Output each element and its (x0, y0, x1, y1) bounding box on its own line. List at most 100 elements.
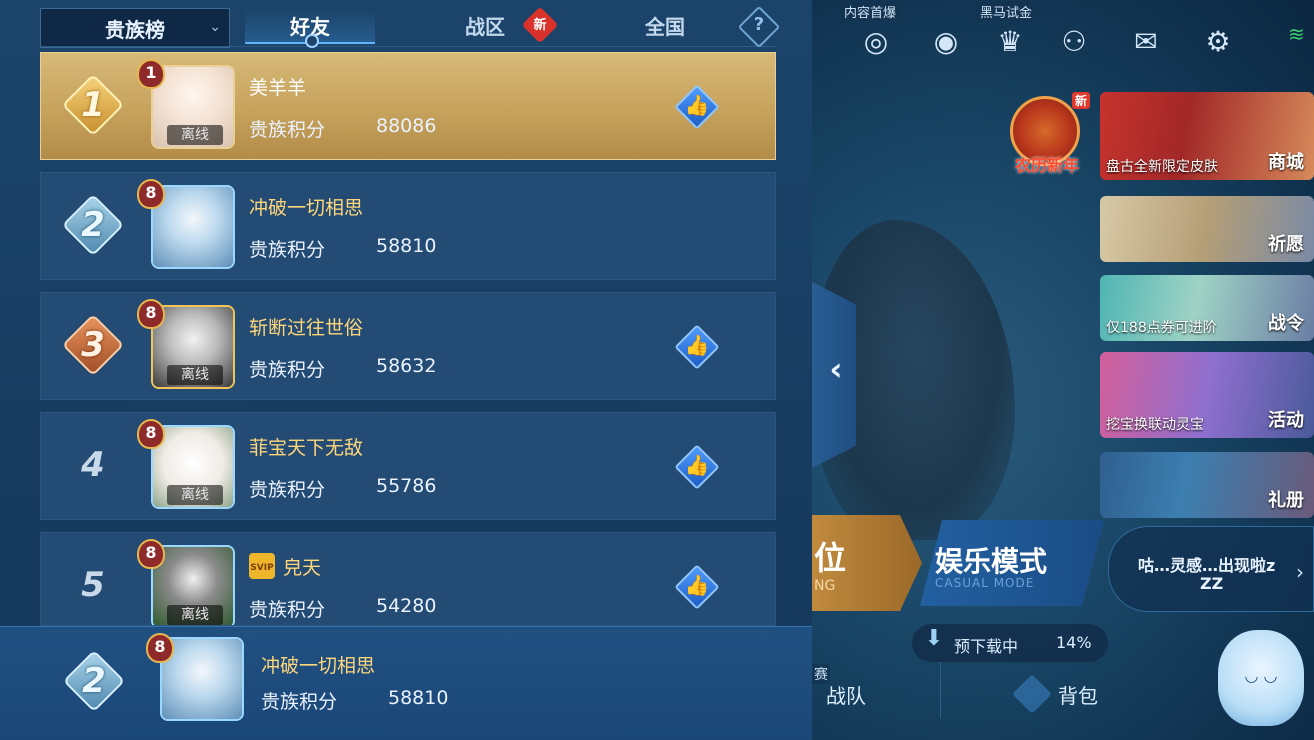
leaderboard-row[interactable]: 4 离线 8 菲宝天下无敌 贵族积分 55786 👍 (40, 412, 776, 520)
score-label: 贵族积分 (249, 359, 326, 381)
casual-mode-subtitle: CASUAL MODE (935, 576, 1035, 590)
player-name: 美羊羊 (249, 77, 307, 99)
rank-plain: 5 (61, 553, 125, 617)
my-score-value: 58810 (388, 687, 449, 709)
tile-gift-button: 礼册 (1268, 490, 1304, 511)
ranking-type-dropdown[interactable]: 贵族榜 ⌄ (40, 8, 230, 48)
tile-wish[interactable]: 祈愿 (1100, 196, 1314, 262)
rank-badge-gold: 1 (61, 73, 125, 137)
offline-tag: 离线 (167, 365, 223, 385)
rank-number: 2 (81, 205, 105, 245)
level-badge: 8 (133, 177, 169, 213)
mail-icon[interactable]: ✉ (1126, 22, 1166, 62)
level-badge: 8 (133, 417, 169, 453)
tile-event-caption: 挖宝换联动灵宝 (1106, 417, 1204, 433)
tab-divider (40, 46, 775, 47)
like-button[interactable]: 👍 (674, 564, 720, 610)
tile-pass-button: 战令 (1268, 313, 1304, 334)
player-name: 斩断过往世俗 (249, 317, 364, 339)
tile-event[interactable]: 活动 挖宝换联动灵宝 (1100, 352, 1314, 438)
rank-badge-silver: 2 (61, 193, 125, 257)
level-number: 8 (145, 303, 157, 322)
trophy-icon[interactable]: ♛ (990, 22, 1030, 62)
like-button[interactable]: 👍 (674, 324, 720, 370)
settings-gear-icon[interactable]: ⚙ (1198, 22, 1238, 62)
leaderboard-row[interactable]: 1 离线 1 美羊羊 贵族积分 88086 👍 (40, 52, 776, 160)
new-badge-text: 新 (533, 18, 547, 33)
question-mark-icon: ? (753, 14, 765, 35)
tile-gift-book[interactable]: 礼册 (1100, 452, 1314, 518)
chevron-right-icon: › (1296, 560, 1304, 584)
my-rank-bar: 2 8 冲破一切相思 贵族积分 58810 (0, 626, 812, 740)
my-rank-number: 2 (82, 661, 106, 701)
player-name: 菲宝天下无敌 (249, 437, 364, 459)
offline-tag: 离线 (167, 125, 223, 145)
ranking-type-label: 贵族榜 (105, 17, 165, 42)
score-value: 55786 (376, 475, 437, 497)
like-button[interactable]: 👍 (674, 444, 720, 490)
leaderboard-panel: 贵族榜 ⌄ 好友 战区 新 全国 ? 1 离线 1 美羊羊 贵族积分 88086… (0, 0, 812, 740)
thumbs-up-icon: 👍 (684, 93, 710, 117)
score-value: 54280 (376, 595, 437, 617)
leaderboard-row[interactable]: 3 离线 8 斩断过往世俗 贵族积分 58632 👍 (40, 292, 776, 400)
score-label: 贵族积分 (249, 239, 326, 261)
tab-national[interactable]: 全国 (600, 10, 730, 44)
rank-number: 4 (81, 445, 105, 485)
tile-pass-caption: 仅188点券可进阶 (1106, 320, 1217, 336)
svip-badge-icon: SVIP (249, 553, 275, 579)
tile-event-button: 活动 (1268, 410, 1304, 431)
ranked-mode-title: 位 (814, 539, 847, 577)
offline-tag: 离线 (167, 605, 223, 625)
camera-icon[interactable]: ◎ (856, 22, 896, 62)
like-button[interactable]: 👍 (674, 84, 720, 130)
wifi-icon: ≋ (1288, 22, 1305, 46)
score-label: 贵族积分 (249, 479, 326, 501)
score-value: 58810 (376, 235, 437, 257)
mascot-text-line2: ZZ (1200, 574, 1224, 593)
player-name: 皃天 (283, 557, 322, 579)
top-caption-content: 内容首爆 (840, 2, 901, 21)
thumbs-up-icon: 👍 (684, 333, 710, 357)
festival-emblem[interactable]: 新 农历新年 (1000, 92, 1094, 182)
friends-icon[interactable]: ⚇ (1054, 22, 1094, 62)
level-number: 1 (145, 63, 157, 82)
thumbs-up-icon: 👍 (684, 573, 710, 597)
my-score-label: 贵族积分 (261, 691, 338, 713)
mascot-face-icon: ◡ ◡ (1244, 666, 1278, 685)
casual-mode-title: 娱乐模式 (935, 545, 1048, 578)
tile-shop[interactable]: 商城 盘古全新限定皮肤 (1100, 92, 1314, 180)
level-badge: 8 (133, 537, 169, 573)
tab-friends[interactable]: 好友 (245, 10, 375, 48)
leaderboard-row[interactable]: 2 8 冲破一切相思 贵族积分 58810 (40, 172, 776, 280)
thumbs-up-icon: 👍 (684, 453, 710, 477)
level-badge: 1 (133, 57, 169, 93)
my-player-name: 冲破一切相思 (261, 655, 376, 677)
tile-shop-caption: 盘古全新限定皮肤 (1106, 159, 1218, 175)
team-button[interactable]: 战队 (826, 680, 866, 709)
download-percent: 14% (1056, 633, 1092, 652)
player-name: 冲破一切相思 (249, 197, 364, 219)
tile-shop-button: 商城 (1268, 152, 1304, 173)
tile-battle-pass[interactable]: 战令 仅188点券可进阶 (1100, 275, 1314, 341)
rank-number: 3 (81, 325, 105, 365)
score-label: 贵族积分 (249, 599, 326, 621)
leaderboard-row[interactable]: 5 离线 8 SVIP 皃天 贵族积分 54280 👍 (40, 532, 776, 626)
ranked-mode-subtitle: NG (814, 578, 836, 594)
level-number: 8 (145, 543, 157, 562)
level-number: 8 (145, 183, 157, 202)
rank-badge-bronze: 3 (61, 313, 125, 377)
bag-button[interactable]: 背包 (1058, 680, 1098, 709)
level-number: 8 (154, 637, 166, 656)
eye-icon[interactable]: ◉ (926, 22, 966, 62)
rank-number: 5 (81, 565, 105, 605)
mascot-text-line1: 咕…灵感…出现啦z (1138, 556, 1276, 575)
score-value: 88086 (376, 115, 437, 137)
tile-wish-button: 祈愿 (1268, 234, 1304, 255)
level-badge: 8 (133, 297, 169, 333)
top-caption-trial: 黑马试金 (976, 2, 1037, 21)
festival-label: 农历新年 (1014, 156, 1079, 175)
score-label: 贵族积分 (249, 119, 326, 141)
chevron-down-icon: ⌄ (209, 19, 221, 35)
score-value: 58632 (376, 355, 437, 377)
download-icon: ⬇ (924, 626, 944, 651)
